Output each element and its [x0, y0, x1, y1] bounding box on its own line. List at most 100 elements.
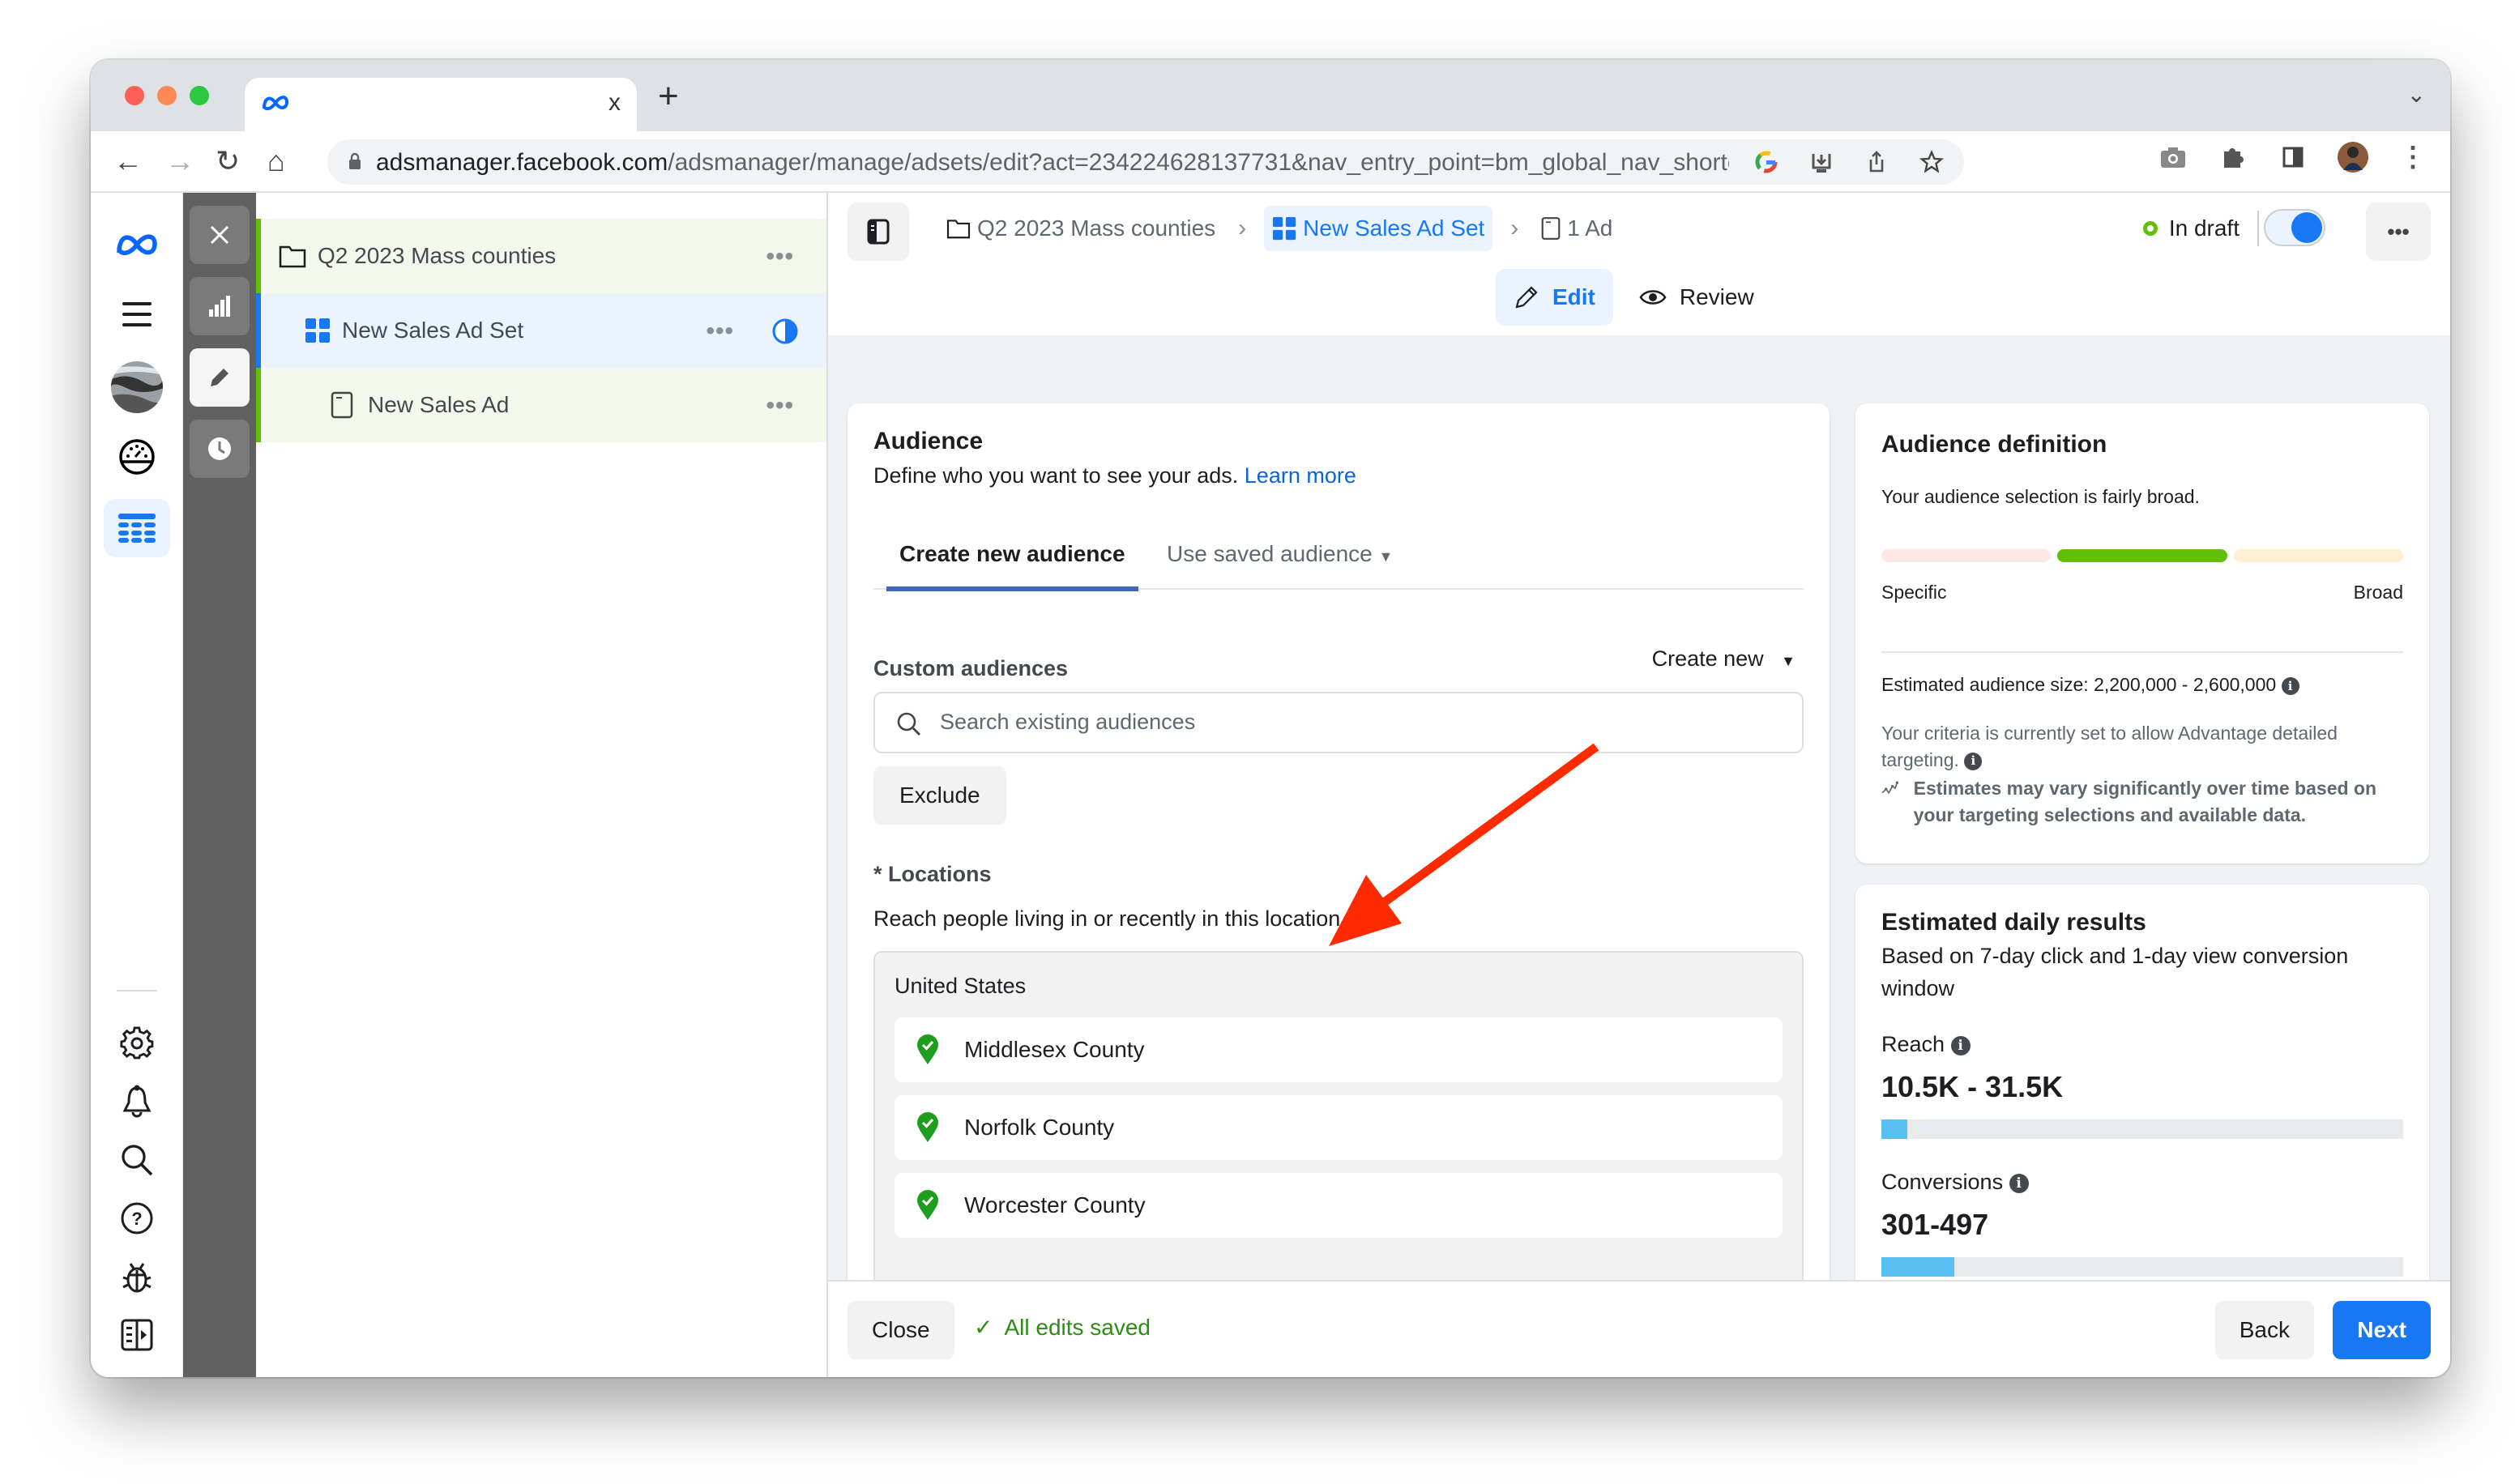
ad-more-icon[interactable]: ••• — [766, 392, 794, 420]
side-panel-icon[interactable] — [2277, 141, 2309, 173]
tab-search-chevron-icon[interactable]: ⌄ — [2407, 81, 2426, 108]
minimize-window-button[interactable] — [157, 86, 177, 105]
location-pin-check-icon — [917, 1034, 938, 1064]
close-editor-button[interactable] — [190, 206, 250, 264]
browser-tab[interactable]: x — [245, 78, 637, 131]
tree-item-ad[interactable]: New Sales Ad ••• — [256, 368, 826, 442]
tree-item-campaign[interactable]: Q2 2023 Mass counties ••• — [256, 219, 826, 293]
half-circle-status-icon[interactable] — [771, 318, 799, 345]
reload-icon[interactable]: ↻ — [216, 144, 240, 178]
back-arrow-icon[interactable]: ← — [113, 144, 143, 178]
info-icon[interactable]: i — [2281, 676, 2299, 695]
gear-icon — [120, 1026, 154, 1060]
home-icon[interactable]: ⌂ — [267, 144, 285, 178]
tree-item-adset[interactable]: New Sales Ad Set ••• — [256, 293, 826, 368]
info-icon[interactable]: i — [1352, 910, 1373, 930]
status-divider — [2257, 211, 2259, 246]
learn-more-link[interactable]: Learn more — [1245, 463, 1356, 488]
tab-edit[interactable]: Edit — [1496, 269, 1613, 326]
install-app-icon[interactable] — [1805, 146, 1838, 178]
breadcrumb-campaign[interactable]: Q2 2023 Mass counties — [942, 206, 1220, 251]
lock-icon — [349, 152, 361, 169]
ad-page-icon — [1541, 217, 1561, 240]
info-icon[interactable]: i — [1950, 1035, 1971, 1055]
locations-help-text: Reach people living in or recently in th… — [873, 906, 1347, 931]
audience-breadth-summary: Your audience selection is fairly broad. — [1881, 486, 2200, 507]
expand-panel-link[interactable] — [104, 1306, 170, 1364]
next-button[interactable]: Next — [2333, 1301, 2431, 1359]
meter-segment-broad — [2233, 549, 2403, 562]
browser-window: x + ⌄ ← → ↻ ⌂ adsmanager.facebook.com/ad… — [91, 60, 2450, 1377]
tab-use-saved-audience[interactable]: Use saved audience ▼ — [1167, 541, 1393, 567]
toggle-tree-button[interactable] — [848, 203, 909, 261]
share-icon[interactable] — [1860, 146, 1893, 178]
reach-bar — [1881, 1119, 2403, 1139]
adset-on-off-toggle[interactable] — [2264, 209, 2325, 246]
tree-campaign-label: Q2 2023 Mass counties — [318, 243, 557, 268]
location-name: Middlesex County — [964, 1037, 1145, 1062]
tab-close-icon[interactable]: x — [608, 89, 621, 117]
save-status: ✓ All edits saved — [974, 1314, 1151, 1341]
account-avatar[interactable] — [104, 358, 170, 416]
help-link[interactable]: ? — [104, 1189, 170, 1247]
notifications-link[interactable] — [104, 1072, 170, 1131]
exclude-button[interactable]: Exclude — [873, 766, 1006, 825]
forward-arrow-icon[interactable]: → — [165, 144, 194, 178]
sidebar-toggle-icon — [867, 219, 890, 245]
charts-button[interactable] — [190, 277, 250, 335]
edit-tool-button[interactable] — [190, 348, 250, 407]
campaign-more-icon[interactable]: ••• — [766, 243, 794, 271]
meter-segment-fairly-broad — [2057, 549, 2227, 562]
pencil-icon — [1515, 286, 1538, 309]
close-button[interactable]: Close — [848, 1301, 954, 1359]
audience-tabs: Create new audience Use saved audience ▼ — [873, 533, 1804, 591]
info-icon[interactable]: i — [2009, 1173, 2029, 1193]
maximize-window-button[interactable] — [190, 86, 209, 105]
meter-broad-label: Broad — [2353, 582, 2403, 603]
location-item[interactable]: Norfolk County — [895, 1095, 1783, 1160]
info-icon[interactable]: i — [1964, 752, 1983, 770]
address-bar[interactable]: adsmanager.facebook.com/adsmanager/manag… — [327, 139, 1964, 185]
location-item[interactable]: Worcester County — [895, 1173, 1783, 1238]
adset-more-icon[interactable]: ••• — [706, 318, 734, 345]
extensions-puzzle-icon[interactable] — [2217, 141, 2249, 173]
settings-link[interactable] — [104, 1014, 170, 1072]
history-button[interactable] — [190, 420, 250, 478]
close-window-button[interactable] — [125, 86, 144, 105]
audience-definition-title: Audience definition — [1881, 431, 2107, 458]
menu-button[interactable] — [104, 285, 170, 343]
campaign-tree: Q2 2023 Mass counties ••• New Sales Ad S… — [256, 193, 828, 1377]
breadcrumb-adset[interactable]: New Sales Ad Set — [1264, 206, 1493, 251]
browser-menu-icon[interactable]: ⋮ — [2397, 141, 2429, 173]
more-options-button[interactable]: ••• — [2366, 203, 2431, 261]
new-tab-button[interactable]: + — [658, 76, 679, 117]
camera-icon[interactable] — [2157, 141, 2189, 173]
meta-logo-icon — [261, 92, 290, 117]
conversions-value: 301-497 — [1881, 1208, 1989, 1241]
back-button[interactable]: Back — [2214, 1301, 2314, 1359]
search-link[interactable] — [104, 1131, 170, 1189]
toggle-knob — [2291, 212, 2322, 243]
bookmark-star-icon[interactable] — [1915, 146, 1948, 178]
location-pin-check-icon — [917, 1190, 938, 1220]
custom-audience-search-placeholder: Search existing audiences — [940, 710, 1196, 734]
tree-ad-label: New Sales Ad — [368, 392, 510, 417]
google-icon[interactable] — [1750, 146, 1783, 178]
report-bug-link[interactable] — [104, 1247, 170, 1306]
performance-dashboard-link[interactable] — [104, 428, 170, 486]
tab-create-new-audience[interactable]: Create new audience — [886, 541, 1138, 591]
estimated-audience-size: Estimated audience size: 2,200,000 - 2,6… — [1881, 674, 2277, 695]
bell-icon — [122, 1085, 152, 1118]
profile-avatar[interactable] — [2337, 141, 2369, 173]
conversions-label: Conversions — [1881, 1170, 2004, 1194]
create-new-dropdown[interactable]: Create new ▼ — [1652, 646, 1796, 672]
bug-icon — [122, 1263, 152, 1293]
editor-footer: Close ✓ All edits saved Back Next — [828, 1280, 2450, 1377]
custom-audience-search-input[interactable]: Search existing audiences — [873, 692, 1804, 753]
breadcrumb-ads[interactable]: 1 Ad — [1536, 206, 1617, 251]
location-item[interactable]: Middlesex County — [895, 1017, 1783, 1082]
breadcrumb-ads-label: 1 Ad — [1567, 215, 1613, 241]
meta-home-link[interactable] — [104, 215, 170, 274]
tab-review[interactable]: Review — [1621, 269, 1772, 326]
ads-manager-link[interactable] — [104, 499, 170, 557]
